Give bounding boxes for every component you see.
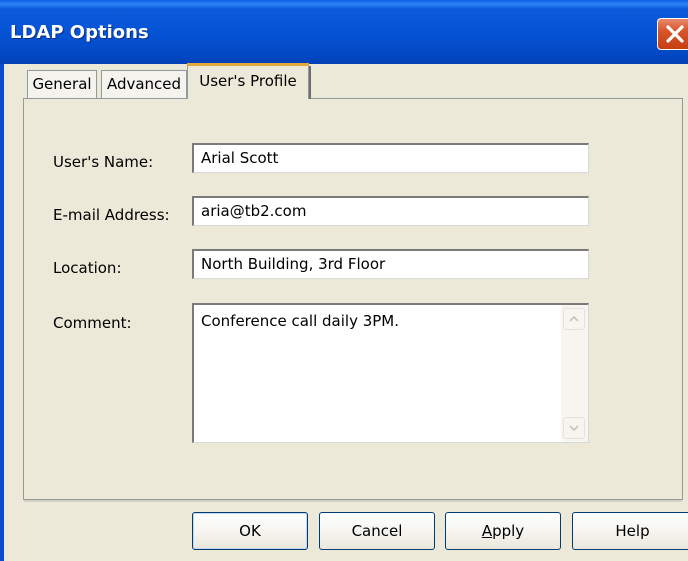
tab-advanced[interactable]: Advanced xyxy=(101,70,187,98)
apply-mnemonic: A xyxy=(481,522,493,540)
cancel-button[interactable]: Cancel xyxy=(319,512,435,550)
location-input[interactable]: North Building, 3rd Floor xyxy=(192,249,589,279)
chevron-up-icon xyxy=(569,315,579,322)
email-address-input[interactable]: aria@tb2.com xyxy=(192,196,589,226)
tab-users-profile[interactable]: User's Profile xyxy=(187,63,311,99)
ok-button-label: OK xyxy=(239,522,261,540)
comment-text: Conference call daily 3PM. xyxy=(201,312,400,330)
scroll-down-button[interactable] xyxy=(563,417,585,439)
ok-button[interactable]: OK xyxy=(192,512,308,550)
users-name-label: User's Name: xyxy=(53,153,154,171)
chevron-down-icon xyxy=(569,425,579,432)
window-left-border xyxy=(0,64,4,561)
window-title: LDAP Options xyxy=(10,22,149,43)
apply-label-rest: pply xyxy=(492,522,525,540)
close-button[interactable] xyxy=(657,18,688,50)
tab-general[interactable]: General xyxy=(27,70,97,98)
scroll-up-button[interactable] xyxy=(563,308,585,330)
email-address-label: E-mail Address: xyxy=(53,206,170,224)
comment-textarea[interactable]: Conference call daily 3PM. xyxy=(192,303,589,443)
location-label: Location: xyxy=(53,259,122,277)
ldap-options-dialog: LDAP Options General Advanced User's Pro… xyxy=(0,0,688,561)
title-bar[interactable]: LDAP Options xyxy=(0,0,688,64)
close-icon xyxy=(666,25,684,43)
comment-label: Comment: xyxy=(53,314,132,332)
users-name-input[interactable]: Arial Scott xyxy=(192,143,589,173)
apply-button[interactable]: Apply xyxy=(445,512,561,550)
comment-scrollbar[interactable] xyxy=(561,305,588,442)
help-button[interactable]: Help xyxy=(572,512,688,550)
